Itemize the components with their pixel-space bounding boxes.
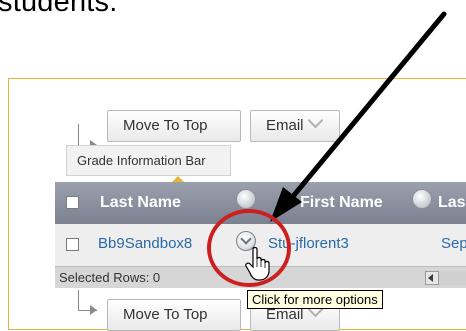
first-name-cell[interactable]: Stu-jflorent3 [268,235,349,252]
scroll-left-button[interactable] [425,271,439,285]
caption-text: students. [0,0,118,18]
tooltip-text: Click for more options [252,292,378,307]
email-label: Email [266,117,304,134]
column-options-icon[interactable] [236,189,256,209]
select-all-checkbox[interactable] [66,196,79,209]
row-select-checkbox[interactable] [66,238,79,251]
selected-rows-count: Selected Rows: 0 [59,270,161,285]
last-name-cell[interactable]: Bb9Sandbox8 [98,235,192,252]
chevron-down-icon [307,112,323,129]
column-header-first-name[interactable]: First Name [300,194,383,212]
chevron-left-icon [428,274,433,282]
grade-information-bar[interactable]: Grade Information Bar [66,145,231,176]
move-to-top-label: Move To Top [123,117,208,134]
connector-arrow-icon [90,305,97,315]
options-chevron-icon[interactable] [236,231,256,251]
move-to-top-button[interactable]: Move To Top [107,110,241,142]
move-to-top-button[interactable]: Move To Top [107,299,241,331]
column-header-last-name[interactable]: Last Name [100,194,181,212]
connector-line [78,290,79,310]
email-button[interactable]: Email [250,110,340,142]
move-to-top-label: Move To Top [123,306,208,323]
column-header-last-access[interactable]: Las [438,194,466,212]
horizontal-scrollbar[interactable] [439,271,466,285]
selected-rows-bar: Selected Rows: 0 [55,266,466,288]
last-access-cell: Sep [441,235,466,252]
tooltip: Click for more options [247,290,383,309]
grade-information-bar-label: Grade Information Bar [77,153,206,168]
column-options-icon[interactable] [412,189,432,209]
